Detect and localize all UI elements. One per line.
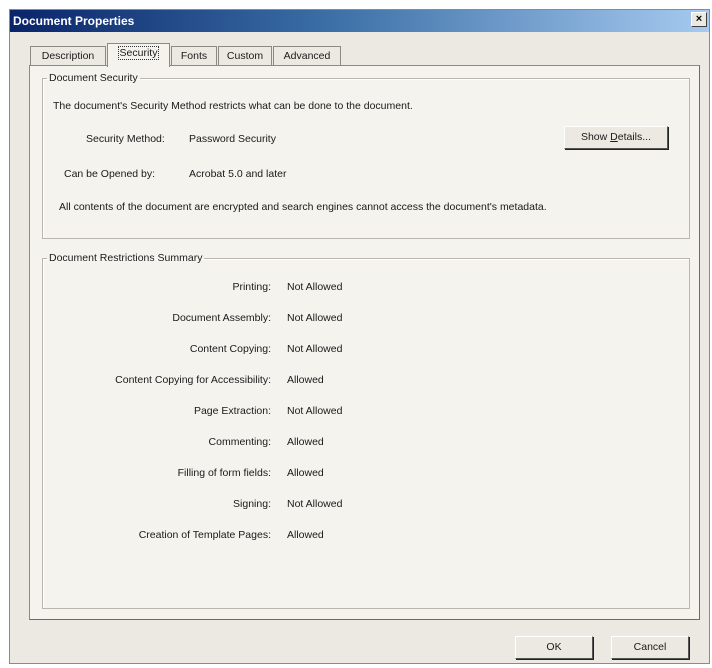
restriction-value-content-copying: Not Allowed [287,343,343,355]
restriction-label-filling-form-fields: Filling of form fields: [177,467,271,479]
security-method-value: Password Security [189,133,276,145]
restriction-value-commenting: Allowed [287,436,324,448]
restriction-label-commenting: Commenting: [208,436,271,448]
show-details-button[interactable]: Show Details... [564,126,668,149]
security-method-label: Security Method: [86,133,165,145]
cancel-button[interactable]: Cancel [611,636,689,659]
document-security-legend: Document Security [49,72,138,84]
close-button[interactable]: × [691,12,707,27]
show-details-prefix: Show [580,131,611,143]
security-intro-text: The document's Security Method restricts… [53,100,413,112]
restriction-value-printing: Not Allowed [287,281,343,293]
can-be-opened-label: Can be Opened by: [64,168,156,180]
show-details-mnemonic: D [610,131,618,143]
tab-security-label: Security [117,46,160,60]
restriction-label-content-copying: Content Copying: [189,343,271,355]
can-be-opened-value: Acrobat 5.0 and later [189,168,287,180]
restriction-value-filling-form-fields: Allowed [287,467,324,479]
tab-advanced[interactable]: Advanced [273,46,341,66]
restrictions-summary-legend: Document Restrictions Summary [49,252,203,264]
restriction-value-page-extraction: Not Allowed [287,405,343,417]
tab-custom[interactable]: Custom [218,46,272,66]
tab-fonts[interactable]: Fonts [171,46,217,66]
restriction-label-accessibility-copying: Content Copying for Accessibility: [115,374,271,386]
restriction-label-signing: Signing: [233,498,271,510]
tab-description[interactable]: Description [30,46,106,66]
restriction-label-printing: Printing: [232,281,271,293]
restriction-value-document-assembly: Not Allowed [287,312,343,324]
restriction-value-accessibility-copying: Allowed [287,374,324,386]
restriction-label-template-pages: Creation of Template Pages: [138,529,271,541]
security-tab-panel: Document Security The document's Securit… [29,65,700,620]
restrictions-summary-group: Document Restrictions Summary Printing: … [42,252,690,609]
title-bar[interactable]: Document Properties × [10,10,709,32]
show-details-suffix: etails... [617,131,652,143]
document-properties-dialog: Document Properties × Description Securi… [9,9,710,664]
document-security-group: Document Security The document's Securit… [42,72,690,239]
ok-button[interactable]: OK [515,636,593,659]
tab-security[interactable]: Security [107,43,170,67]
window-title: Document Properties [13,14,135,28]
restriction-value-signing: Not Allowed [287,498,343,510]
restriction-label-document-assembly: Document Assembly: [172,312,271,324]
restriction-label-page-extraction: Page Extraction: [193,405,271,417]
encryption-note: All contents of the document are encrypt… [59,201,547,213]
restriction-value-template-pages: Allowed [287,529,324,541]
